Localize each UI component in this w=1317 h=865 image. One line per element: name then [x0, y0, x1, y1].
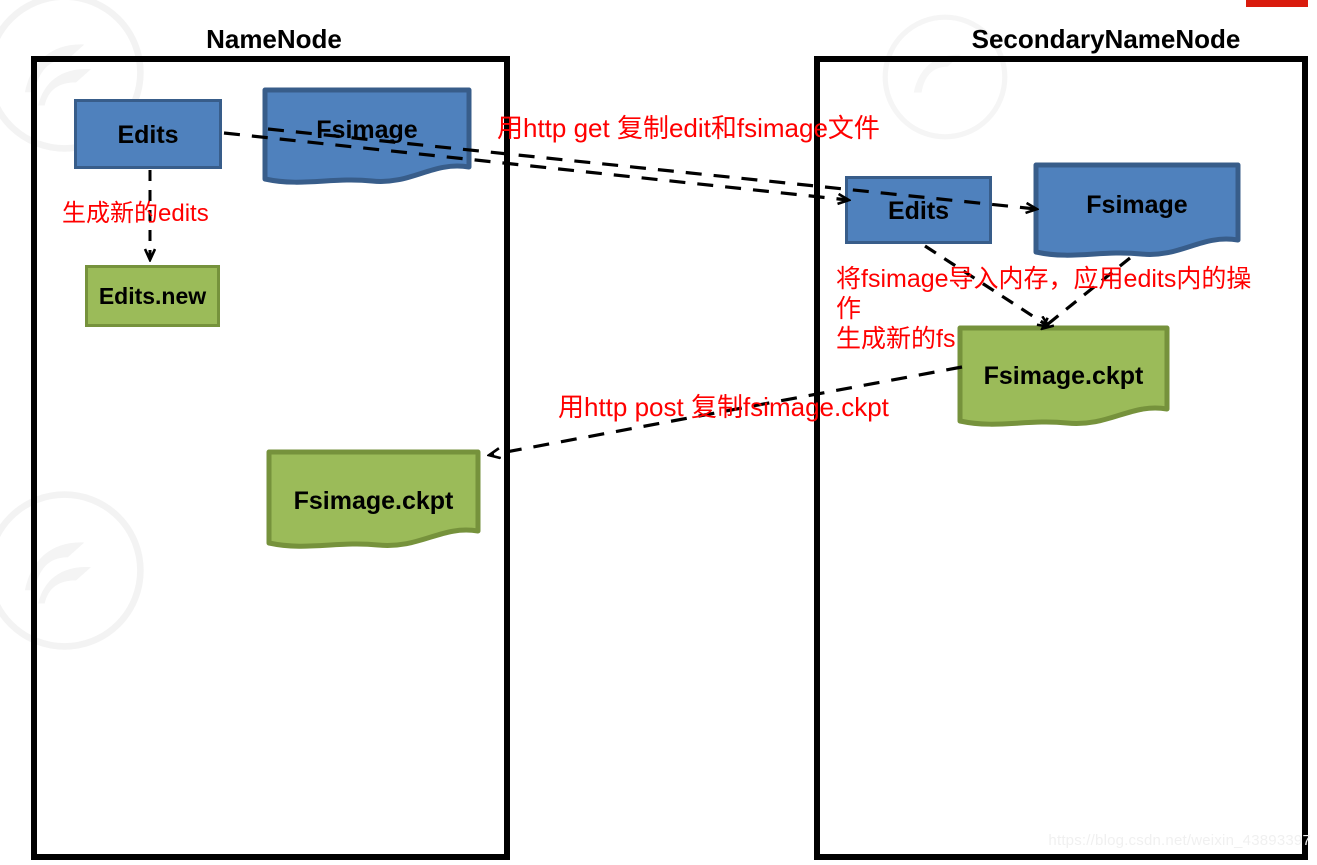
- node-snn-fsimage-ckpt[interactable]: Fsimage.ckpt: [957, 325, 1170, 432]
- annotation-http-get: 用http get 复制edit和fsimage文件: [497, 113, 880, 143]
- node-namenode-edits-new[interactable]: Edits.new: [85, 265, 220, 327]
- diagram-canvas: NameNode SecondaryNameNode Edits Fsimage…: [0, 0, 1317, 865]
- node-namenode-fsimage-ckpt[interactable]: Fsimage.ckpt: [266, 449, 481, 554]
- node-namenode-fsimage[interactable]: Fsimage: [262, 87, 472, 189]
- node-snn-fsimage[interactable]: Fsimage: [1033, 162, 1241, 262]
- node-label: Fsimage: [1086, 191, 1188, 219]
- annotation-merge-line3: 生成新的fs: [836, 325, 956, 353]
- node-label: Edits: [117, 121, 179, 149]
- annotation-new-edits: 生成新的edits: [62, 200, 209, 227]
- node-label: Edits.new: [98, 283, 207, 309]
- node-label: Edits: [887, 197, 950, 225]
- namenode-title: NameNode: [206, 24, 342, 54]
- node-label: Fsimage.ckpt: [983, 362, 1144, 390]
- annotation-merge-line1: 将fsimage导入内存，应用edits内的操: [836, 265, 1252, 293]
- node-label: Fsimage: [316, 116, 418, 144]
- secondarynamenode-title: SecondaryNameNode: [971, 24, 1241, 54]
- node-label: Fsimage.ckpt: [293, 487, 454, 515]
- top-red-marker: [1246, 0, 1308, 7]
- node-snn-edits[interactable]: Edits: [845, 176, 992, 244]
- annotation-merge-line2: 作: [836, 295, 862, 323]
- watermark-url: https://blog.csdn.net/weixin_43893397: [1048, 832, 1311, 849]
- node-namenode-edits[interactable]: Edits: [74, 99, 222, 169]
- annotation-http-post: 用http post 复制fsimage.ckpt: [558, 392, 889, 422]
